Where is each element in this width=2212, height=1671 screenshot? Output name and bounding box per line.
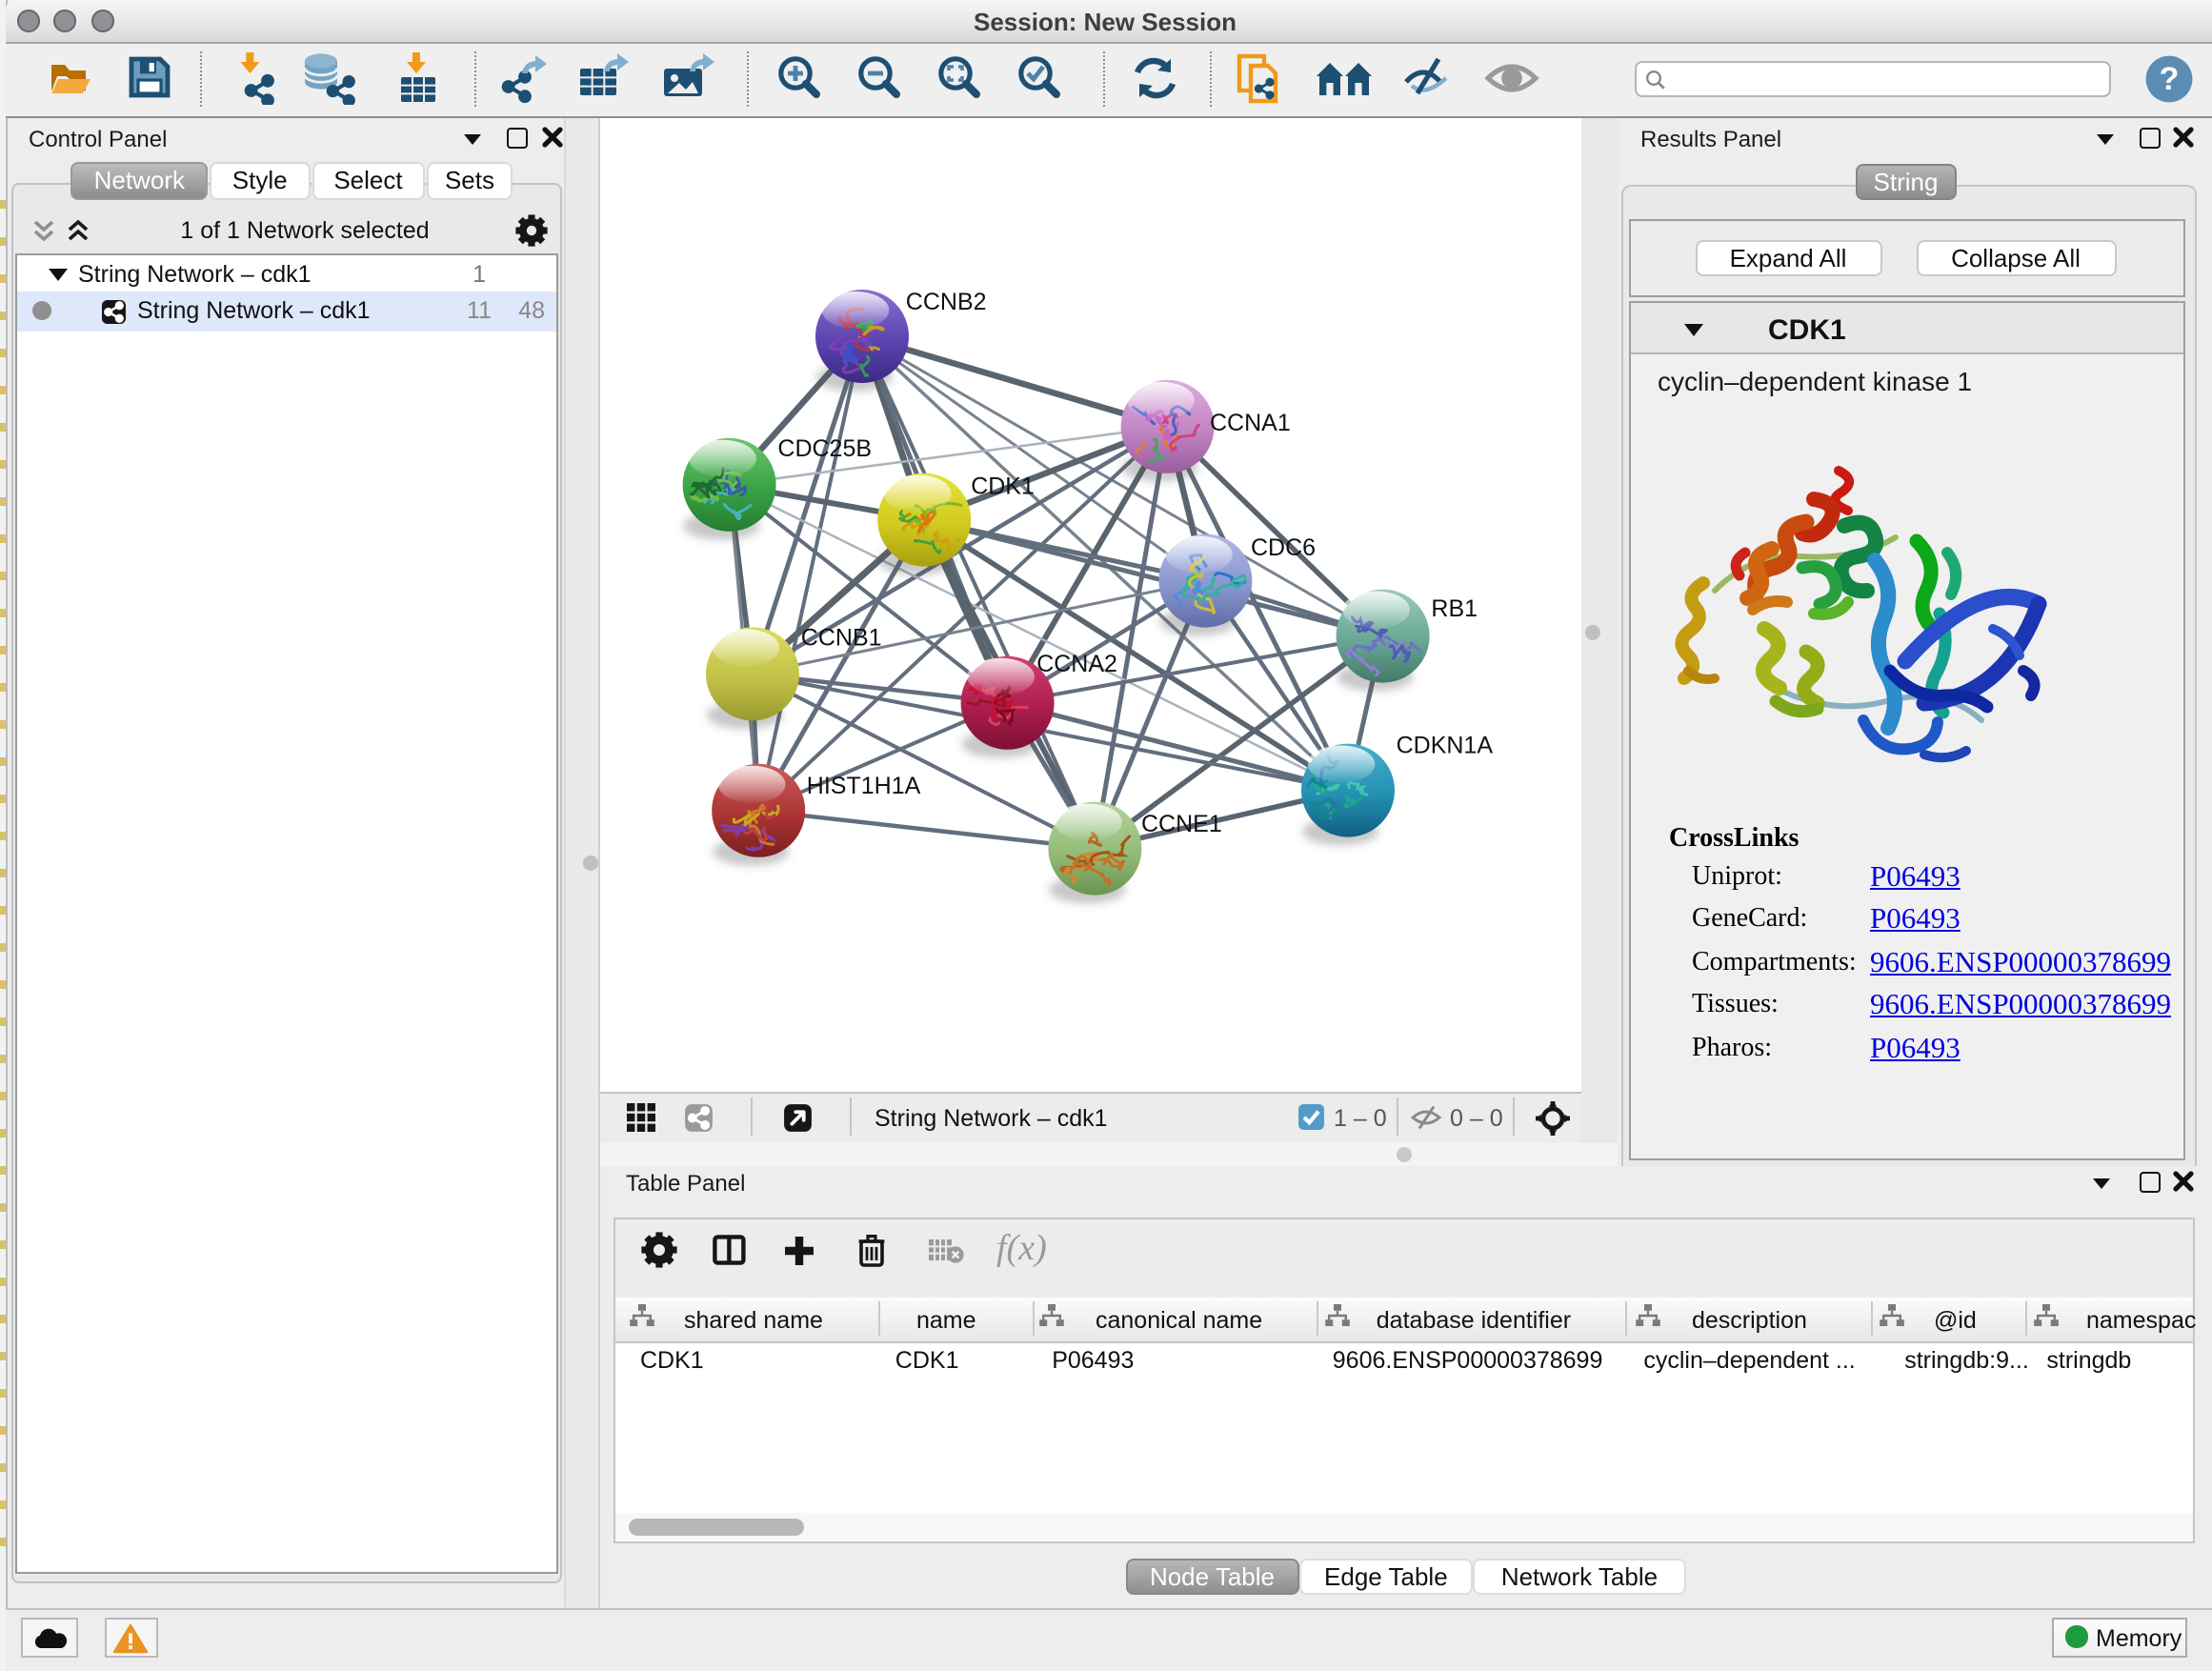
svg-text:HIST1H1A: HIST1H1A (807, 773, 921, 799)
svg-text:CCNB2: CCNB2 (906, 289, 987, 315)
svg-text:?: ? (2160, 61, 2180, 97)
svg-text:CDC6: CDC6 (1251, 534, 1316, 561)
svg-text:CCNB1: CCNB1 (801, 624, 882, 651)
svg-text:CCNA1: CCNA1 (1210, 410, 1291, 436)
svg-text:CDC25B: CDC25B (777, 435, 872, 462)
svg-text:CDK1: CDK1 (971, 473, 1035, 500)
svg-text:CCNA2: CCNA2 (1036, 651, 1117, 677)
svg-text:RB1: RB1 (1431, 595, 1478, 622)
svg-text:CCNE1: CCNE1 (1141, 811, 1222, 837)
svg-text:CDKN1A: CDKN1A (1397, 733, 1494, 759)
